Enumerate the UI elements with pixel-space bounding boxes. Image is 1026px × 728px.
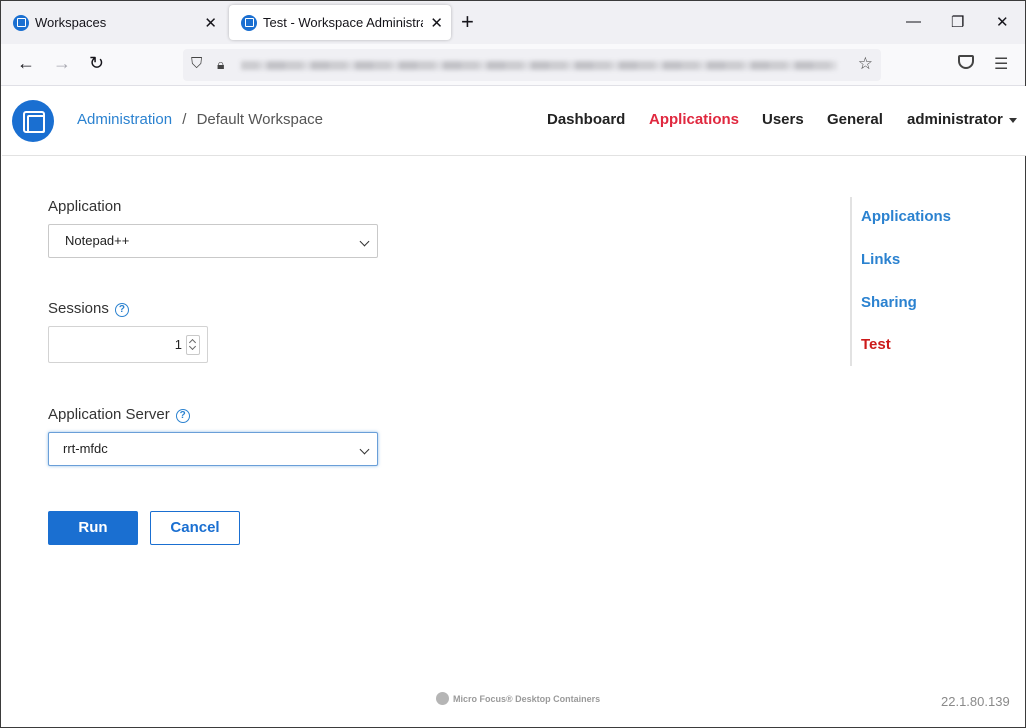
caret-down-icon: [1008, 117, 1017, 123]
reload-icon[interactable]: ↻: [89, 53, 104, 74]
user-menu[interactable]: administrator: [907, 111, 1017, 128]
user-name: administrator: [907, 111, 1003, 128]
pocket-icon[interactable]: [958, 55, 974, 69]
run-button[interactable]: Run: [48, 511, 138, 545]
minimize-icon[interactable]: —: [906, 13, 921, 30]
arrow-left-icon[interactable]: ←: [17, 53, 35, 74]
version-number: 22.1.80.139: [941, 694, 1010, 709]
tab-title: Test - Workspace Administratio: [263, 15, 423, 30]
blurred-url: [241, 61, 837, 70]
workspace-favicon-icon: [241, 14, 257, 31]
side-nav-applications[interactable]: Applications: [861, 208, 951, 225]
app-header: Administration / Default Workspace Dashb…: [2, 86, 1026, 156]
restore-icon[interactable]: ❐: [951, 13, 964, 31]
tab-test-workspace-administration[interactable]: Test - Workspace Administratio ✕: [229, 5, 451, 40]
side-nav-test[interactable]: Test: [861, 336, 891, 353]
application-server-select-value: rrt-mfdc: [63, 441, 108, 456]
close-tab-icon[interactable]: ✕: [430, 14, 443, 32]
footer-brand: Micro Focus® Desktop Containers: [453, 694, 601, 704]
arrow-right-icon[interactable]: →: [53, 53, 71, 74]
breadcrumb-administration-link[interactable]: Administration: [77, 111, 172, 128]
nav-dashboard[interactable]: Dashboard: [547, 111, 625, 128]
chevron-down-icon: [359, 444, 370, 455]
side-nav-links[interactable]: Links: [861, 251, 900, 268]
cancel-button[interactable]: Cancel: [150, 511, 240, 545]
help-icon[interactable]: ?: [114, 303, 129, 317]
sessions-label: Sessions: [48, 300, 109, 317]
application-server-select[interactable]: rrt-mfdc: [48, 432, 378, 466]
close-window-icon[interactable]: ✕: [996, 13, 1009, 31]
workspace-favicon-icon: [13, 14, 29, 31]
application-label: Application: [48, 198, 122, 215]
tab-bar: Workspaces ✕ Test - Workspace Administra…: [1, 1, 1025, 44]
sessions-stepper[interactable]: 1: [48, 326, 208, 363]
side-nav-sharing[interactable]: Sharing: [861, 294, 917, 311]
application-select-value: Notepad++: [65, 233, 130, 248]
hamburger-icon[interactable]: ☰: [994, 54, 1008, 74]
application-server-label: Application Server: [48, 406, 170, 423]
browser-navbar: ← → ↻ ⛉ 🔒︎ ☆ ☰: [1, 44, 1025, 86]
star-icon[interactable]: ☆: [858, 54, 873, 74]
breadcrumb-current: Default Workspace: [196, 111, 324, 128]
sessions-value: 1: [174, 337, 182, 352]
breadcrumb-separator: /: [182, 111, 187, 128]
side-nav-divider: [850, 197, 852, 366]
sessions-label-row: Sessions?: [48, 300, 129, 317]
app-logo-icon[interactable]: [12, 100, 54, 142]
browser-window: Workspaces ✕ Test - Workspace Administra…: [0, 0, 1026, 728]
address-bar[interactable]: ⛉ 🔒︎ ☆: [183, 49, 881, 81]
nav-general[interactable]: General: [827, 111, 883, 128]
tab-workspaces[interactable]: Workspaces ✕: [1, 1, 225, 44]
close-tab-icon[interactable]: ✕: [204, 14, 217, 32]
nav-users[interactable]: Users: [762, 111, 804, 128]
help-icon[interactable]: ?: [175, 409, 190, 423]
plus-icon[interactable]: +: [461, 11, 474, 33]
nav-applications[interactable]: Applications: [649, 111, 739, 128]
breadcrumb: Administration / Default Workspace: [77, 111, 323, 128]
spinner-arrows-icon[interactable]: [186, 335, 200, 355]
application-select[interactable]: Notepad++: [48, 224, 378, 258]
shield-icon[interactable]: ⛉: [191, 55, 202, 72]
micro-focus-logo-icon: [436, 692, 449, 705]
chevron-down-icon: [359, 236, 370, 247]
lock-icon[interactable]: 🔒︎: [217, 56, 224, 73]
tab-title: Workspaces: [35, 15, 107, 30]
server-label-row: Application Server?: [48, 406, 190, 423]
